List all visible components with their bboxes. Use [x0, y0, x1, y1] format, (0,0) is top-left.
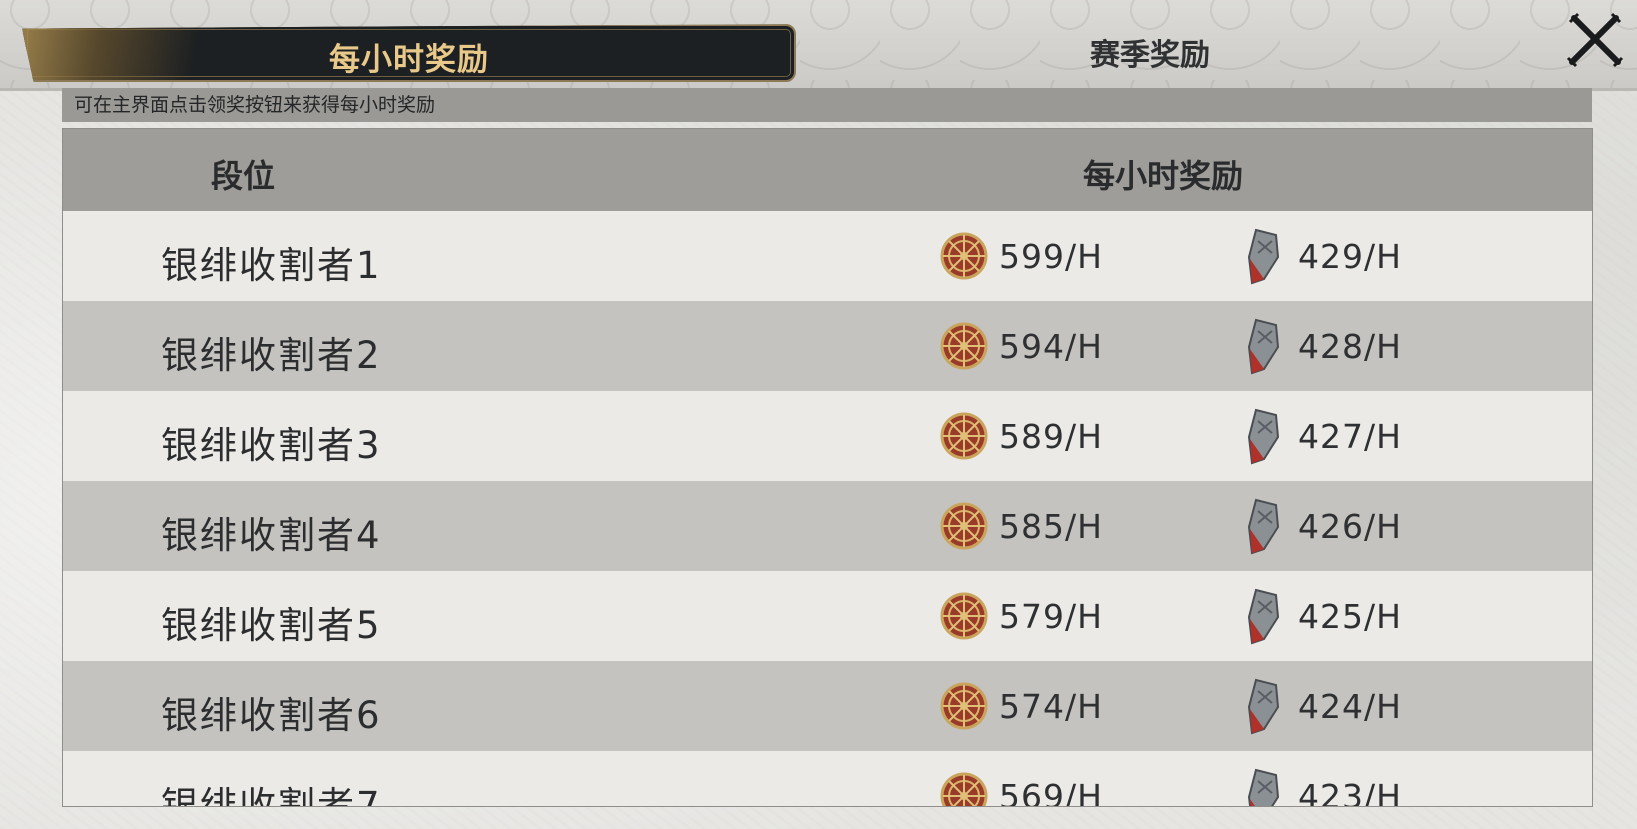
rank-name: 银绯收割者5: [161, 604, 382, 647]
coin-reward-value: 574/H: [999, 687, 1103, 726]
compass-medal-icon: [940, 502, 988, 550]
shard-reward-value: 427/H: [1298, 417, 1402, 456]
compass-medal-icon: [940, 322, 988, 370]
tab-season-rewards[interactable]: 赛季奖励: [1000, 30, 1300, 74]
table-header: 段位 每小时奖励: [63, 129, 1592, 211]
table-row: 银绯收割者4 585/H 426/H: [63, 481, 1592, 571]
coin-reward-value: 594/H: [999, 327, 1103, 366]
table-body: 银绯收割者1 599/H 429/H 银绯收割者2 594/H 428/H 银绯…: [63, 211, 1592, 807]
crystal-shard-icon: [1247, 768, 1280, 806]
rank-name: 银绯收割者1: [161, 244, 382, 287]
rank-name: 银绯收割者6: [161, 694, 382, 737]
hint-text: 可在主界面点击领奖按钮来获得每小时奖励: [62, 88, 1592, 122]
crystal-shard-icon: [1247, 678, 1280, 735]
coin-reward-value: 589/H: [999, 417, 1103, 456]
compass-medal-icon: [940, 412, 988, 460]
tab-hourly-rewards[interactable]: 每小时奖励: [22, 24, 796, 82]
table-row: 银绯收割者2 594/H 428/H: [63, 301, 1592, 391]
crossed-swords-close-icon: [1566, 12, 1624, 68]
rank-name: 银绯收割者3: [161, 424, 382, 467]
top-bar: 每小时奖励 赛季奖励: [0, 0, 1637, 91]
compass-medal-icon: [940, 682, 988, 730]
compass-medal-icon: [940, 592, 988, 640]
shard-reward-value: 425/H: [1298, 597, 1402, 636]
coin-reward-value: 599/H: [999, 237, 1103, 276]
crystal-shard-icon: [1247, 588, 1280, 645]
table-row: 银绯收割者1 599/H 429/H: [63, 211, 1592, 301]
crystal-shard-icon: [1247, 408, 1280, 465]
rank-name: 银绯收割者7: [161, 784, 382, 807]
tab-hourly-rewards-label: 每小时奖励: [329, 42, 489, 78]
compass-medal-icon: [940, 232, 988, 280]
shard-reward-value: 423/H: [1298, 777, 1402, 807]
coin-reward-value: 585/H: [999, 507, 1103, 546]
header-hourly-reward: 每小时奖励: [1082, 157, 1243, 195]
shard-reward-value: 426/H: [1298, 507, 1402, 546]
rank-name: 银绯收割者2: [161, 334, 382, 377]
coin-reward-value: 569/H: [999, 777, 1103, 807]
shard-reward-value: 428/H: [1298, 327, 1402, 366]
close-button[interactable]: [1566, 12, 1624, 70]
crystal-shard-icon: [1247, 318, 1280, 375]
rewards-table[interactable]: 段位 每小时奖励 银绯收割者1 599/H 429/H 银绯收割者2 594/H…: [62, 128, 1593, 807]
coin-reward-value: 579/H: [999, 597, 1103, 636]
table-row: 银绯收割者5 579/H 425/H: [63, 571, 1592, 661]
shard-reward-value: 429/H: [1298, 237, 1402, 276]
table-row: 银绯收割者7 569/H 423/H: [63, 751, 1592, 807]
shard-reward-value: 424/H: [1298, 687, 1402, 726]
crystal-shard-icon: [1247, 498, 1280, 555]
header-rank: 段位: [210, 157, 275, 195]
table-row: 银绯收割者3 589/H 427/H: [63, 391, 1592, 481]
crystal-shard-icon: [1247, 228, 1280, 285]
rank-name: 银绯收割者4: [161, 514, 382, 557]
compass-medal-icon: [940, 772, 988, 806]
table-row: 银绯收割者6 574/H 424/H: [63, 661, 1592, 751]
